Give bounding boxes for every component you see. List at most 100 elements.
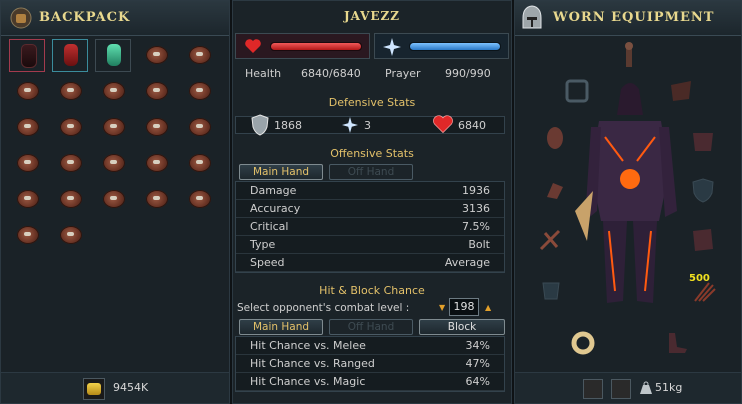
backpack-header: BACKPACK [1,1,229,36]
ring-slot[interactable] [535,225,567,255]
prayer-star-icon [383,38,401,56]
food-icon [60,82,82,100]
food-icon [146,118,168,136]
backpack-panel: BACKPACK 9454K [0,0,230,404]
food-icon [60,154,82,172]
skull-icon[interactable] [583,379,603,399]
equipment-panel: WORN EQUIPMENT 500 51kg [514,0,742,404]
row-value: 47% [465,357,490,370]
backpack-slot[interactable] [52,219,88,252]
backpack-slot[interactable] [9,75,45,108]
food-icon [103,118,125,136]
food-icon [60,190,82,208]
food-icon [103,154,125,172]
opponent-level-input[interactable]: 198 [449,298,479,316]
backpack-slot[interactable] [138,183,174,216]
equipment-footer: 51kg [515,372,741,403]
food-icon [103,82,125,100]
backpack-slot[interactable] [181,183,217,216]
tab-hit-main-hand[interactable]: Main Hand [239,319,323,335]
row-value: 64% [465,375,490,388]
backpack-slot[interactable] [181,75,217,108]
hit-block-title: Hit & Block Chance [319,284,425,297]
tab-block[interactable]: Block [419,319,505,335]
backpack-slot[interactable] [9,147,45,180]
table-row: Critical 7.5% [236,218,504,236]
food-icon [189,46,211,64]
health-bar [235,33,370,59]
pocket-icon [542,282,560,300]
prayer-label: Prayer [385,67,421,80]
opponent-level-label: Select opponent's combat level : [237,302,410,314]
boots-icon [669,333,687,353]
table-row: Hit Chance vs. Ranged 47% [236,355,504,373]
potion-icon [107,44,121,66]
table-row: Hit Chance vs. Magic 64% [236,373,504,391]
backpack-slot[interactable] [95,183,131,216]
tab-main-hand[interactable]: Main Hand [239,164,323,180]
health-fill [271,43,361,50]
backpack-slot[interactable] [9,183,45,216]
level-up-icon[interactable]: ▲ [485,303,491,312]
row-value: Average [444,256,490,269]
backpack-slot[interactable] [138,75,174,108]
food-icon [189,154,211,172]
row-label: Hit Chance vs. Ranged [250,357,375,370]
backpack-slot[interactable] [138,147,174,180]
defensive-row: 1868 3 6840 [235,114,505,136]
backpack-slot[interactable] [52,147,88,180]
pocket-slot[interactable] [535,275,567,305]
row-label: Hit Chance vs. Magic [250,375,366,388]
backpack-slot[interactable] [52,183,88,216]
potion-icon [64,44,78,66]
food-icon [17,190,39,208]
backpack-slot[interactable] [9,39,45,72]
coins-value: 9454K [113,381,149,394]
tab-off-hand[interactable]: Off Hand [329,164,413,180]
row-label: Type [250,238,276,251]
backpack-title: BACKPACK [39,10,131,25]
backpack-slot[interactable] [9,111,45,144]
food-icon [146,46,168,64]
table-row: Speed Average [236,254,504,272]
ring-item-icon [571,331,595,355]
level-down-icon[interactable]: ▼ [439,303,445,312]
backpack-slot[interactable] [138,39,174,72]
life-points-value: 6840 [458,119,486,132]
backpack-slot[interactable] [181,111,217,144]
table-row: Hit Chance vs. Melee 34% [236,337,504,355]
offensive-title: Offensive Stats [330,147,414,160]
backpack-slot[interactable] [52,39,88,72]
backpack-slot[interactable] [181,147,217,180]
row-label: Critical [250,220,289,233]
backpack-slot[interactable] [52,75,88,108]
food-icon [17,226,39,244]
backpack-slot[interactable] [95,75,131,108]
crossbow-icon [539,229,561,251]
feet-slot[interactable] [567,327,599,357]
row-value: 7.5% [462,220,490,233]
backpack-slot[interactable] [9,219,45,252]
backpack-slot[interactable] [52,111,88,144]
coins-icon[interactable] [83,378,105,400]
weight-icon [640,381,652,394]
potion-icon [21,44,37,68]
boots-slot[interactable] [661,327,693,357]
row-value: Bolt [468,238,490,251]
food-icon [189,82,211,100]
backpack-slot[interactable] [95,39,131,72]
backpack-slot[interactable] [95,111,131,144]
armour-value: 1868 [274,119,302,132]
backpack-slot[interactable] [138,111,174,144]
food-icon [146,82,168,100]
tab-hit-off-hand[interactable]: Off Hand [329,319,413,335]
backpack-footer: 9454K [1,372,229,403]
food-icon [17,154,39,172]
food-icon [146,154,168,172]
offense-table: Damage 1936 Accuracy 3136 Critical 7.5% Type Bo… [235,181,505,273]
toolbelt-icon[interactable] [611,379,631,399]
food-icon [60,118,82,136]
head-slot[interactable] [613,41,645,71]
backpack-slot[interactable] [95,147,131,180]
backpack-slot[interactable] [181,39,217,72]
